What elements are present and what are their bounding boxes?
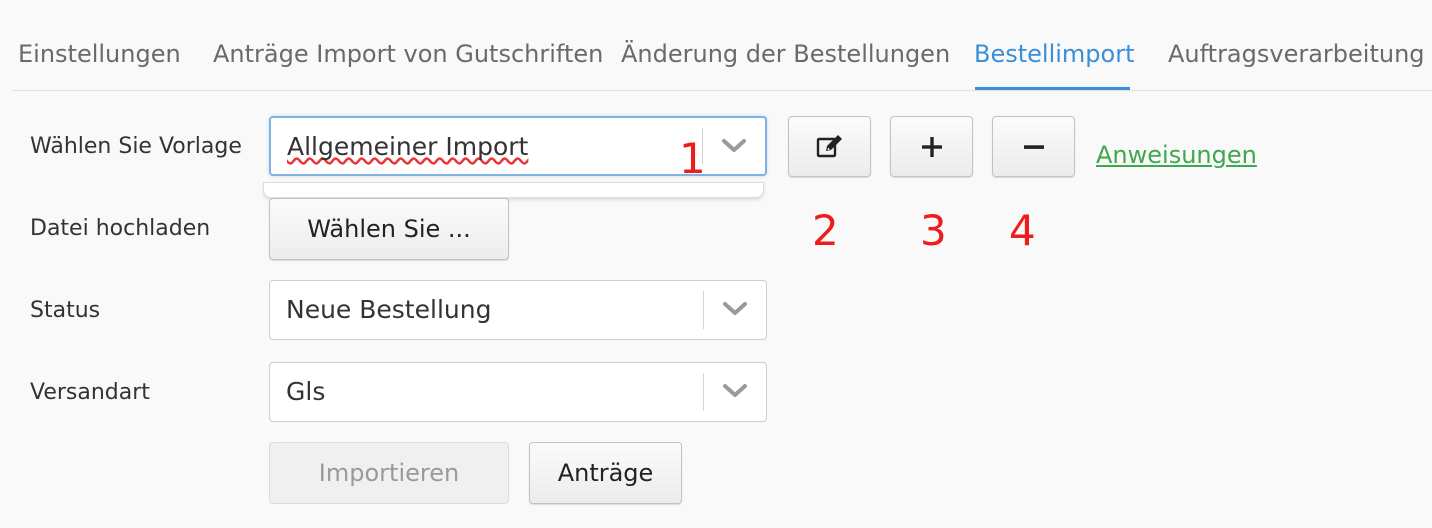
- requests-button[interactable]: Anträge: [529, 442, 682, 504]
- tab-antraege-import[interactable]: Anträge Import von Gutschriften: [213, 40, 603, 68]
- add-template-button[interactable]: [890, 116, 973, 177]
- status-label: Status: [30, 298, 101, 323]
- tab-aenderung-bestellungen[interactable]: Änderung der Bestellungen: [621, 40, 950, 68]
- tab-bar: Einstellungen Anträge Import von Gutschr…: [12, 0, 1432, 91]
- select-divider: [703, 373, 704, 411]
- chevron-down-icon[interactable]: [722, 301, 748, 317]
- active-tab-indicator: [975, 87, 1130, 90]
- shipping-select-value: Gls: [286, 377, 326, 406]
- import-button[interactable]: Importieren: [269, 442, 509, 504]
- edit-icon: [816, 134, 842, 157]
- instructions-link[interactable]: Anweisungen: [1096, 141, 1257, 169]
- minus-icon: [1023, 144, 1044, 149]
- tab-auftragsverarbeitung[interactable]: Auftragsverarbeitung: [1168, 40, 1425, 68]
- template-label: Wählen Sie Vorlage: [30, 134, 242, 159]
- shipping-select[interactable]: Gls: [269, 362, 767, 422]
- annotation-marker-1: 1: [679, 134, 706, 183]
- shipping-label: Versandart: [30, 380, 150, 405]
- edit-template-button[interactable]: [788, 116, 871, 177]
- template-select-value: Allgemeiner Import: [287, 132, 529, 161]
- select-divider: [703, 291, 704, 329]
- template-dropdown-panel: [263, 182, 764, 198]
- tab-einstellungen[interactable]: Einstellungen: [18, 40, 181, 68]
- tab-bestellimport[interactable]: Bestellimport: [974, 40, 1135, 68]
- plus-icon: [921, 136, 942, 157]
- upload-label: Datei hochladen: [30, 216, 211, 241]
- annotation-marker-2: 2: [812, 206, 839, 255]
- choose-file-button[interactable]: Wählen Sie ...: [269, 198, 509, 260]
- chevron-down-icon[interactable]: [722, 383, 748, 399]
- chevron-down-icon[interactable]: [721, 138, 747, 154]
- annotation-marker-4: 4: [1009, 206, 1036, 255]
- annotation-marker-3: 3: [920, 206, 947, 255]
- remove-template-button[interactable]: [992, 116, 1075, 177]
- status-select-value: Neue Bestellung: [286, 295, 492, 324]
- status-select[interactable]: Neue Bestellung: [269, 280, 767, 340]
